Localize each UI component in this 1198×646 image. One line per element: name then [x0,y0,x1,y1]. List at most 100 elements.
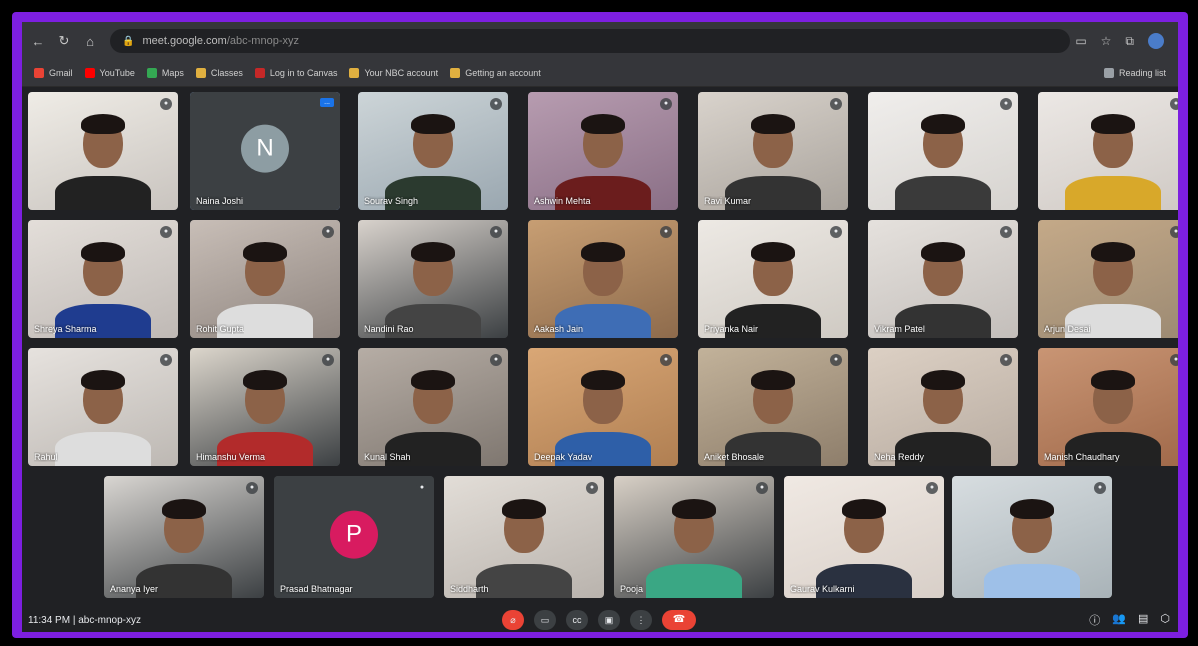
participant-tile[interactable]: ● Rahul [28,348,178,466]
participant-tile[interactable]: ● Aakash Jain [528,220,678,338]
participant-tile[interactable]: ● Arjun Desai [1038,220,1178,338]
participant-tile[interactable]: ● Kunal Shah [358,348,508,466]
participant-tile[interactable]: ● Shreya Sharma [28,220,178,338]
captions-button[interactable]: cc [566,610,588,630]
bookmark-item[interactable]: Classes [195,68,243,78]
end-call-button[interactable]: ☎ [662,610,696,630]
people-icon[interactable]: 👥 [1112,612,1126,628]
home-icon[interactable]: ⌂ [80,34,100,49]
participant-tile[interactable]: ● Sourav Singh [358,92,508,210]
participant-hair [411,369,455,390]
participant-name: Aniket Bhosale [704,452,765,462]
maps-icon [146,68,157,78]
participant-tile[interactable]: ● [1038,92,1178,210]
reload-icon[interactable]: ↻ [54,33,74,49]
mic-muted-icon: ● [490,98,502,110]
extension-icon[interactable]: ⧉ [1125,34,1134,49]
participant-tile[interactable]: ● Rohit Gupta [190,220,340,338]
camera-status-icon[interactable]: ▭ [1075,34,1086,48]
mic-muted-icon: ● [830,98,842,110]
participant-tile[interactable]: ● Vikram Patel [868,220,1018,338]
more-icon: ⋮ [636,615,646,625]
mic-muted-icon: ● [1000,226,1012,238]
mic-muted-icon: ● [160,354,172,366]
back-icon[interactable]: ← [28,34,48,49]
participant-hair [1091,369,1135,390]
participant-hair [581,241,625,262]
reading-list-icon [1103,68,1114,78]
participant-tile[interactable]: ● [952,476,1112,598]
mic-muted-icon: ● [926,482,938,494]
gmail-icon [34,68,44,78]
activities-icon[interactable]: ⬡ [1160,612,1170,628]
participant-hair [751,113,795,134]
participant-tile[interactable]: ● Priyanka Nair [698,220,848,338]
outer-frame: ← ↻ ⌂ 🔒 meet.google.com /abc-mnop-xyz ▭ … [0,0,1198,646]
participant-name: Deepak Yadav [534,452,593,462]
participant-name: Rohit Gupta [196,324,245,334]
participant-tile[interactable]: ● Nandini Rao [358,220,508,338]
present-button[interactable]: ▣ [598,610,620,630]
participant-hair [921,113,965,134]
participant-tile[interactable]: ● [28,92,178,210]
more-options-button[interactable]: ⋮ [630,610,652,630]
participant-body [55,176,151,210]
url-input[interactable]: 🔒 meet.google.com /abc-mnop-xyz [110,29,1070,53]
bookmark-item[interactable]: Maps [146,68,184,78]
bookmark-item[interactable]: Getting an account [450,68,541,78]
participant-tile[interactable]: ● Aniket Bhosale [698,348,848,466]
mic-button[interactable]: ⌀ [502,610,524,630]
participant-tile[interactable]: P ● Prasad Bhatnagar [274,476,434,598]
bookmark-item[interactable]: YouTube [84,68,135,78]
mic-muted-icon: ● [1094,482,1106,494]
folder-icon [195,68,206,78]
participant-name: Neha Reddy [874,452,925,462]
participant-body [984,564,1080,598]
participant-hair [411,241,455,262]
mic-muted-icon: ● [586,482,598,494]
participant-tile[interactable]: ● Siddharth [444,476,604,598]
participant-tile[interactable]: ● [868,92,1018,210]
participant-tile[interactable]: ● Ashwin Mehta [528,92,678,210]
participant-hair [921,241,965,262]
participant-name: Ashwin Mehta [534,196,591,206]
participant-hair [81,113,125,134]
chat-icon[interactable]: ▤ [1138,612,1148,628]
participant-tile[interactable]: ● Neha Reddy [868,348,1018,466]
star-icon[interactable]: ☆ [1101,34,1112,48]
camera-button[interactable]: ▭ [534,610,556,630]
address-bar-row: ← ↻ ⌂ 🔒 meet.google.com /abc-mnop-xyz ▭ … [22,22,1178,60]
bookmark-item[interactable]: Your NBC account [349,68,438,78]
participant-tile[interactable]: ● Gaurav Kulkarni [784,476,944,598]
bookmark-item[interactable]: Gmail [34,68,73,78]
mic-muted-icon: ● [1170,98,1178,110]
profile-avatar[interactable] [1148,33,1164,49]
participant-name: Vikram Patel [874,324,925,334]
participant-hair [842,498,886,519]
participant-hair [921,369,965,390]
url-path: /abc-mnop-xyz [226,35,299,47]
participant-tile[interactable]: ● Himanshu Verma [190,348,340,466]
speaking-indicator: ... [320,98,334,107]
participant-hair [502,498,546,519]
end-call-icon: ☎ [672,614,686,625]
participant-tile[interactable]: ● Ravi Kumar [698,92,848,210]
participant-name: Pooja [620,584,644,594]
participant-name: Siddharth [450,584,489,594]
participant-hair [81,241,125,262]
participant-tile[interactable]: ● Manish Chaudhary [1038,348,1178,466]
participant-tile[interactable]: N... Naina Joshi [190,92,340,210]
reading-list[interactable]: Reading list [1103,68,1166,78]
mic-muted-icon: ● [160,98,172,110]
participant-tile[interactable]: ● Pooja [614,476,774,598]
mic-muted-icon: ● [660,354,672,366]
browser-window: ← ↻ ⌂ 🔒 meet.google.com /abc-mnop-xyz ▭ … [22,22,1178,632]
participant-name: Prasad Bhatnagar [280,584,353,594]
folder-icon [349,68,360,78]
info-icon[interactable]: ⓘ [1089,612,1100,628]
participant-tile[interactable]: ● Ananya Iyer [104,476,264,598]
bookmark-item[interactable]: Log in to Canvas [254,68,337,78]
participant-name: Ananya Iyer [110,584,159,594]
participant-tile[interactable]: ● Deepak Yadav [528,348,678,466]
participant-avatar: N [241,124,289,173]
